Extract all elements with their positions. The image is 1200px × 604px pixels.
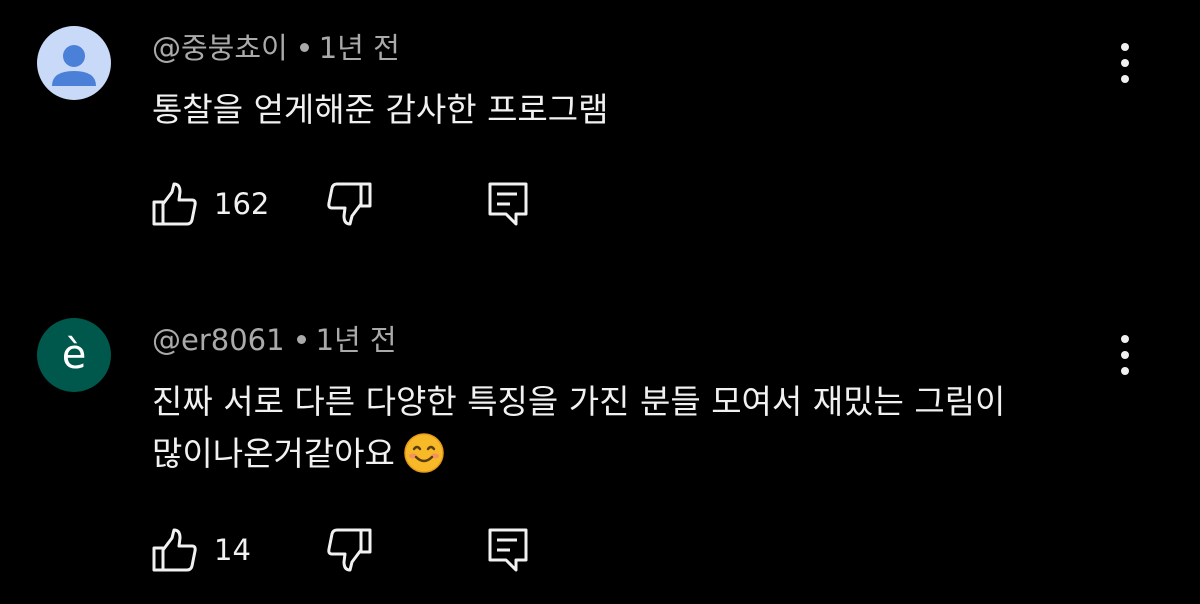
comment-text: 통찰을 얻게해준 감사한 프로그램 — [152, 84, 1112, 136]
more-options-button[interactable] — [1108, 40, 1142, 86]
avatar[interactable] — [37, 26, 111, 100]
reply-button[interactable] — [486, 180, 530, 228]
reply-button[interactable] — [486, 526, 530, 574]
comment-meta: @중붕쵸이 1년 전 — [152, 28, 400, 68]
comment-item: @중붕쵸이 1년 전 통찰을 얻게해준 감사한 프로그램 162 — [0, 0, 1200, 290]
comment-time: 1년 전 — [315, 323, 397, 357]
comment-time: 1년 전 — [318, 31, 400, 65]
comment-line: 진짜 서로 다른 다양한 특징을 가진 분들 모여서 재밌는 그림이 — [152, 382, 1006, 421]
separator-dot — [299, 42, 309, 52]
avatar-letter: è — [61, 332, 87, 378]
dislike-button[interactable] — [326, 526, 374, 574]
thumbs-down-icon — [327, 182, 372, 226]
reply-comment-icon — [488, 528, 528, 572]
like-button[interactable] — [150, 526, 198, 574]
more-options-button[interactable] — [1108, 332, 1142, 378]
dislike-button[interactable] — [326, 180, 374, 228]
comment-item: è @er8061 1년 전 진짜 서로 다른 다양한 특징을 가진 분들 모여서… — [0, 292, 1200, 604]
comment-meta: @er8061 1년 전 — [152, 320, 397, 360]
comment-line: 많이나온거같아요 — [152, 428, 1112, 480]
thumbs-up-icon — [152, 182, 197, 226]
thumbs-up-icon — [152, 528, 197, 572]
default-avatar-icon — [52, 45, 96, 86]
smiling-face-icon — [404, 432, 444, 473]
like-count: 162 — [214, 187, 270, 221]
comment-line-text: 많이나온거같아요 — [152, 434, 395, 473]
reply-comment-icon — [488, 182, 528, 226]
like-count: 14 — [214, 533, 251, 567]
thumbs-down-icon — [327, 528, 372, 572]
like-button[interactable] — [150, 180, 198, 228]
more-vert-icon — [1121, 335, 1129, 375]
comment-text: 진짜 서로 다른 다양한 특징을 가진 분들 모여서 재밌는 그림이 많이나온거… — [152, 376, 1112, 480]
separator-dot — [296, 334, 306, 344]
author-name[interactable]: @중붕쵸이 — [152, 31, 288, 65]
author-name[interactable]: @er8061 — [152, 323, 285, 357]
more-vert-icon — [1121, 43, 1129, 83]
avatar[interactable]: è — [37, 318, 111, 392]
comment-line: 통찰을 얻게해준 감사한 프로그램 — [152, 90, 609, 129]
